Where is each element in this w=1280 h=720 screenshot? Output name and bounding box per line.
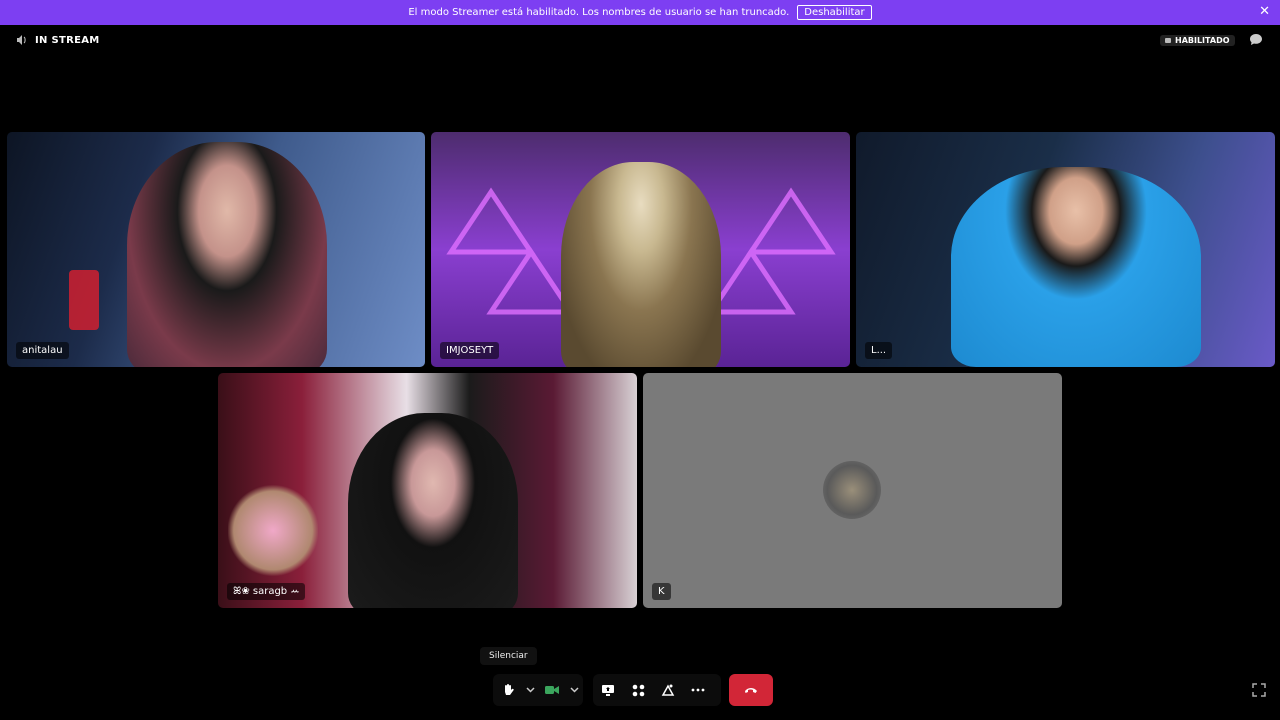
participant-tile[interactable]: L... — [856, 132, 1275, 367]
more-button[interactable] — [683, 675, 713, 705]
expand-icon[interactable] — [1252, 683, 1266, 697]
disable-streamer-button[interactable]: Deshabilitar — [797, 5, 872, 20]
more-icon — [691, 688, 705, 692]
chevron-down-icon — [525, 687, 535, 693]
screen-share-button[interactable] — [593, 675, 623, 705]
soundboard-icon — [661, 684, 675, 696]
channel-logo — [801, 144, 841, 194]
streamer-mode-banner: El modo Streamer está habilitado. Los no… — [0, 0, 1280, 25]
close-icon[interactable]: ✕ — [1259, 4, 1270, 19]
participant-name: IMJOSEYT — [440, 342, 500, 359]
streamer-badge[interactable]: HABILITADO — [1160, 35, 1235, 46]
activities-button[interactable] — [623, 675, 653, 705]
participant-name: K — [652, 583, 671, 600]
participant-tile[interactable]: anitalau — [7, 132, 425, 367]
skeleton-video — [561, 162, 721, 367]
activities-icon — [632, 684, 644, 696]
participant-tile[interactable]: IMJOSEYT — [431, 132, 850, 367]
participant-name: L... — [865, 342, 893, 359]
participant-video — [348, 413, 518, 608]
participant-name: anitalau — [16, 342, 69, 359]
volume-icon — [17, 35, 26, 45]
participant-video — [951, 167, 1201, 367]
screen-share-icon — [602, 684, 614, 696]
chevron-down-icon — [569, 687, 579, 693]
participant-name: ꕤ❀ saragb ꕀ — [227, 583, 306, 600]
call-actions — [593, 674, 721, 706]
soundboard-button[interactable] — [653, 675, 683, 705]
participant-video — [127, 142, 327, 367]
camera-icon — [545, 686, 559, 694]
red-lamp — [69, 270, 99, 330]
camera-button[interactable] — [537, 675, 567, 705]
mute-button[interactable] — [493, 675, 523, 705]
chat-bubble-icon[interactable] — [1249, 33, 1263, 46]
badge-label: HABILITADO — [1175, 36, 1230, 45]
participant-tile[interactable]: K — [643, 373, 1062, 608]
audio-options-button[interactable] — [523, 675, 537, 705]
plush-toy — [228, 483, 318, 578]
hang-up-button[interactable] — [729, 674, 773, 706]
banner-message: El modo Streamer está habilitado. Los no… — [408, 7, 790, 18]
stream-status: IN STREAM — [16, 34, 100, 46]
avatar — [823, 461, 881, 519]
hang-up-icon — [745, 688, 757, 693]
mute-tooltip: Silenciar — [480, 647, 537, 665]
video-options-button[interactable] — [567, 675, 581, 705]
badge-icon — [1165, 38, 1171, 43]
participant-tile[interactable]: ꕤ❀ saragb ꕀ — [218, 373, 637, 608]
call-header: IN STREAM HABILITADO — [0, 30, 1280, 52]
audio-video-controls — [493, 674, 583, 706]
stream-status-label: IN STREAM — [35, 34, 100, 46]
hand-mute-icon — [504, 684, 514, 695]
